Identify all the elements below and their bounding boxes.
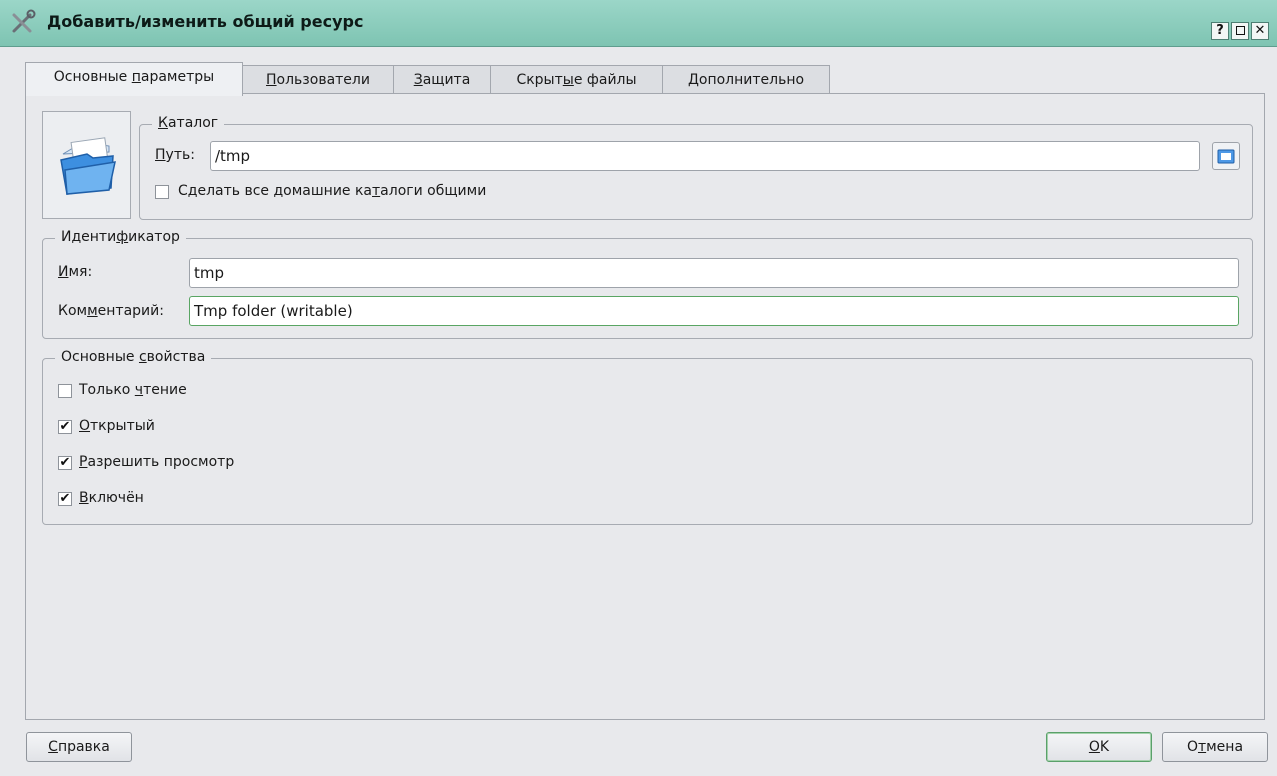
- title-bar[interactable]: Добавить/изменить общий ресурс ? ✕: [0, 0, 1277, 47]
- label-text: ткрытый: [90, 418, 155, 434]
- tab-label: ащита: [422, 72, 471, 88]
- label-text: тение: [143, 382, 187, 398]
- legend-text: войства: [146, 349, 206, 365]
- tab-label: е файлы: [573, 72, 637, 88]
- readonly-label[interactable]: Только чтение: [79, 382, 187, 398]
- legend-text: Основные: [61, 349, 139, 365]
- legend-accel: К: [158, 115, 168, 131]
- comment-input[interactable]: Tmp folder (writable): [189, 296, 1239, 326]
- maximize-button[interactable]: [1231, 22, 1249, 40]
- enabled-checkbox[interactable]: ✔: [58, 492, 72, 506]
- label-text: мя:: [68, 264, 93, 280]
- maximize-icon: [1235, 26, 1245, 35]
- label-accel: ч: [134, 382, 144, 398]
- button-label: правка: [57, 739, 110, 755]
- legend-accel: ф: [116, 229, 129, 245]
- button-accel: С: [48, 739, 58, 755]
- identifier-legend: Идентификатор: [55, 229, 186, 245]
- readonly-checkbox[interactable]: [58, 384, 72, 398]
- tab-accel: З: [413, 72, 423, 88]
- public-label[interactable]: Открытый: [79, 418, 155, 434]
- label-accel: И: [58, 264, 69, 280]
- cancel-button[interactable]: Отмена: [1162, 732, 1268, 762]
- tab-label: Скрыт: [516, 72, 563, 88]
- tab-hidden-files[interactable]: Скрытые файлы: [490, 65, 663, 95]
- browse-button[interactable]: [1212, 142, 1240, 170]
- tab-label: ополнительно: [698, 72, 805, 88]
- label-accel: О: [79, 418, 91, 434]
- help-glyph: ?: [1216, 23, 1224, 38]
- label-text: алоги общими: [380, 183, 487, 199]
- properties-group: Основные свойства Только чтение ✔ Открыт…: [42, 349, 1253, 525]
- help-dialog-button[interactable]: Справка: [26, 732, 132, 762]
- tab-accel: ы: [562, 72, 574, 88]
- enabled-label[interactable]: Включён: [79, 490, 144, 506]
- label-accel: П: [155, 147, 166, 163]
- open-folder-icon: [1217, 149, 1235, 164]
- tab-label: Основные: [53, 69, 132, 85]
- button-accel: т: [1197, 739, 1207, 755]
- legend-text: Иденти: [61, 229, 117, 245]
- legend-text: икатор: [128, 229, 180, 245]
- tab-accel: п: [131, 69, 141, 85]
- ok-button[interactable]: OK: [1046, 732, 1152, 762]
- identifier-group: Идентификатор Имя: tmp Комментарий: Tmp …: [42, 229, 1253, 339]
- tools-icon: [12, 9, 36, 33]
- button-accel: O: [1088, 739, 1100, 755]
- public-checkbox[interactable]: ✔: [58, 420, 72, 434]
- button-label: О: [1186, 739, 1198, 755]
- catalog-group: Каталог Путь: /tmp Сделать все домашние …: [139, 115, 1253, 220]
- tab-basic[interactable]: Основные параметры: [25, 62, 243, 96]
- label-text: Сделать все домашние ка: [178, 183, 373, 199]
- label-text: Только: [79, 382, 135, 398]
- name-input[interactable]: tmp: [189, 258, 1239, 288]
- browseable-label[interactable]: Разрешить просмотр: [79, 454, 234, 470]
- window-title: Добавить/изменить общий ресурс: [47, 12, 364, 31]
- close-icon: ✕: [1254, 23, 1266, 38]
- label-text: уть:: [165, 147, 195, 163]
- folder-icon: [60, 137, 116, 195]
- comment-label: Комментарий:: [58, 303, 164, 319]
- legend-accel: с: [138, 349, 147, 365]
- label-text: ентарий:: [97, 303, 164, 319]
- tab-security[interactable]: Защита: [393, 65, 491, 95]
- label-text: ключён: [88, 490, 144, 506]
- checkmark-icon: ✔: [59, 491, 71, 506]
- label-text: Ком: [58, 303, 88, 319]
- help-button[interactable]: ?: [1211, 22, 1229, 40]
- tab-label: ользователи: [276, 72, 370, 88]
- tab-users[interactable]: Пользователи: [242, 65, 394, 95]
- properties-legend: Основные свойства: [55, 349, 212, 365]
- button-label: мена: [1206, 739, 1244, 755]
- label-accel: м: [87, 303, 98, 319]
- catalog-legend: Каталог: [152, 115, 225, 131]
- legend-text: аталог: [167, 115, 219, 131]
- close-button[interactable]: ✕: [1251, 22, 1269, 40]
- path-input[interactable]: /tmp: [210, 141, 1200, 171]
- label-text: азрешить просмотр: [87, 454, 235, 470]
- homes-label[interactable]: Сделать все домашние каталоги общими: [178, 183, 486, 199]
- tab-accel: Д: [687, 72, 699, 88]
- browseable-checkbox[interactable]: ✔: [58, 456, 72, 470]
- button-label: K: [1099, 739, 1110, 755]
- checkmark-icon: ✔: [59, 455, 71, 470]
- folder-icon-button[interactable]: [42, 111, 131, 219]
- tab-panel-basic: Каталог Путь: /tmp Сделать все домашние …: [25, 93, 1265, 720]
- name-label: Имя:: [58, 264, 92, 280]
- label-accel: В: [79, 490, 89, 506]
- tab-accel: П: [266, 72, 277, 88]
- label-accel: т: [372, 183, 381, 199]
- tab-label: араметры: [140, 69, 215, 85]
- homes-checkbox[interactable]: [155, 185, 169, 199]
- path-label: Путь:: [155, 147, 195, 163]
- tab-advanced[interactable]: Дополнительно: [662, 65, 830, 95]
- checkmark-icon: ✔: [59, 419, 71, 434]
